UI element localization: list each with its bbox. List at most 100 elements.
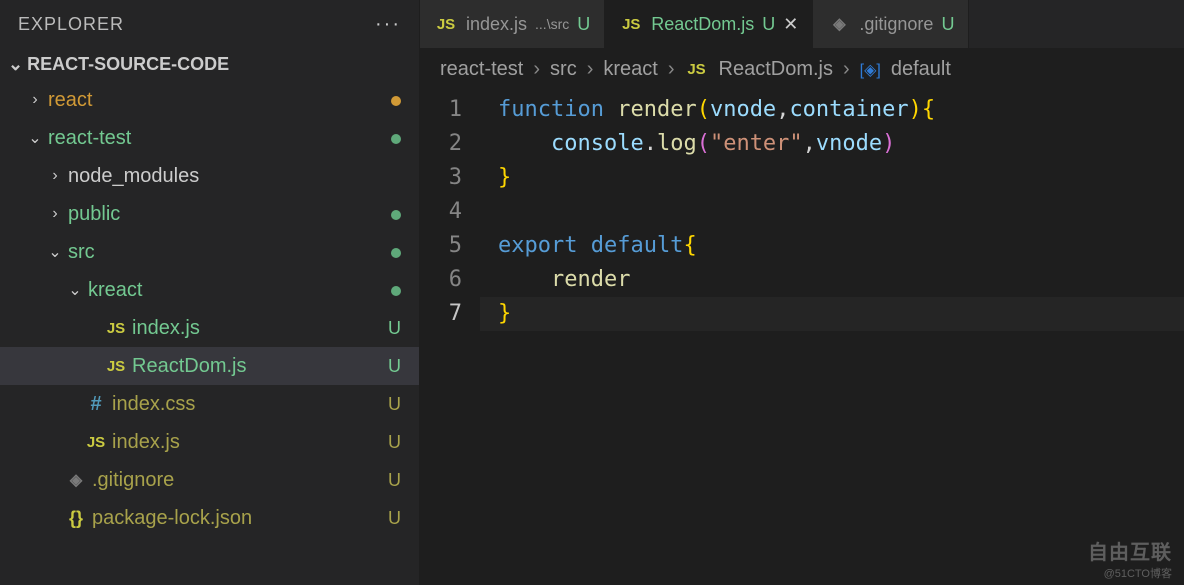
git-status: U xyxy=(941,14,954,35)
css-file-icon: # xyxy=(84,393,108,416)
tree-item[interactable]: ⌄src xyxy=(0,233,419,271)
js-file-icon: JS xyxy=(434,16,458,33)
js-file-icon: JS xyxy=(84,434,108,451)
chevron-right-icon: › xyxy=(668,58,675,81)
tree-item[interactable]: ⌄react-test xyxy=(0,119,419,157)
git-status: U xyxy=(381,394,401,415)
workspace-title: REACT-SOURCE-CODE xyxy=(27,54,229,75)
code-line[interactable]: export default{ xyxy=(480,229,1184,263)
code-line[interactable]: console.log("enter",vnode) xyxy=(480,127,1184,161)
line-number: 7 xyxy=(420,297,480,331)
editor-area: JS index.js ...\src U JS ReactDom.js U ✕ ◈ .gitig… xyxy=(420,0,1184,585)
js-file-icon: JS xyxy=(104,358,128,375)
tree-item-label: node_modules xyxy=(68,165,381,188)
gitignore-icon: ◈ xyxy=(827,14,851,34)
tree-item[interactable]: ›react xyxy=(0,81,419,119)
symbol-icon: [◈] xyxy=(860,60,881,80)
breadcrumb[interactable]: react-test › src › kreact › JS ReactDom.js › [◈] d… xyxy=(420,48,1184,91)
editor-tab[interactable]: JS index.js ...\src U xyxy=(420,0,605,48)
git-status: U xyxy=(381,432,401,453)
chevron-right-icon: › xyxy=(533,58,540,81)
js-file-icon: JS xyxy=(104,320,128,337)
json-file-icon: {} xyxy=(64,508,88,529)
tree-item-label: index.js xyxy=(132,317,381,340)
chevron-right-icon: › xyxy=(46,205,64,223)
git-status xyxy=(381,90,401,111)
chevron-down-icon: ⌄ xyxy=(46,242,64,262)
code-line[interactable]: render xyxy=(480,263,1184,297)
chevron-down-icon: ⌄ xyxy=(26,128,44,148)
chevron-down-icon: ⌄ xyxy=(66,280,84,300)
code-line[interactable]: function render(vnode,container){ xyxy=(480,93,1184,127)
tree-item[interactable]: JSindex.jsU xyxy=(0,423,419,461)
git-status: U xyxy=(381,508,401,529)
code-lines[interactable]: function render(vnode,container){ consol… xyxy=(480,91,1184,585)
git-status: U xyxy=(577,14,590,35)
line-number: 4 xyxy=(420,195,480,229)
tree-item-label: kreact xyxy=(88,279,381,302)
chevron-down-icon: ⌄ xyxy=(8,54,23,75)
chevron-right-icon: › xyxy=(843,58,850,81)
sidebar: EXPLORER ··· ⌄ REACT-SOURCE-CODE ›react⌄… xyxy=(0,0,420,585)
git-status xyxy=(381,242,401,263)
tree-item[interactable]: ⌄kreact xyxy=(0,271,419,309)
tree-item[interactable]: {}package-lock.jsonU xyxy=(0,499,419,537)
chevron-right-icon: › xyxy=(587,58,594,81)
code-line[interactable]: } xyxy=(480,161,1184,195)
line-number: 1 xyxy=(420,93,480,127)
git-status: U xyxy=(762,14,775,35)
git-status xyxy=(381,204,401,225)
tree-item[interactable]: ›node_modules xyxy=(0,157,419,195)
breadcrumb-symbol[interactable]: default xyxy=(891,58,951,81)
git-status xyxy=(381,128,401,149)
chevron-right-icon: › xyxy=(26,91,44,109)
tree-item[interactable]: #index.cssU xyxy=(0,385,419,423)
breadcrumb-segment[interactable]: src xyxy=(550,58,577,81)
tab-label: index.js xyxy=(466,14,527,35)
line-gutter: 1234567 xyxy=(420,91,480,585)
js-file-icon: JS xyxy=(619,16,643,33)
tree-item-label: package-lock.json xyxy=(92,507,381,530)
workspace-header[interactable]: ⌄ REACT-SOURCE-CODE xyxy=(0,48,419,81)
explorer-title: EXPLORER xyxy=(18,14,124,35)
tab-dir: ...\src xyxy=(535,16,569,32)
tree-item-label: index.js xyxy=(112,431,381,454)
line-number: 2 xyxy=(420,127,480,161)
explorer-header: EXPLORER ··· xyxy=(0,0,419,48)
code-line[interactable] xyxy=(480,195,1184,229)
close-icon[interactable]: ✕ xyxy=(783,14,798,35)
tree-item-label: react-test xyxy=(48,127,381,150)
gitignore-icon: ◈ xyxy=(64,470,88,490)
editor-tab[interactable]: JS ReactDom.js U ✕ xyxy=(605,0,813,48)
code-line[interactable]: } xyxy=(480,297,1184,331)
tree-item-label: src xyxy=(68,241,381,264)
git-status: U xyxy=(381,470,401,491)
file-tree: ›react⌄react-test›node_modules›public⌄sr… xyxy=(0,81,419,585)
tab-label: ReactDom.js xyxy=(651,14,754,35)
tree-item[interactable]: ›public xyxy=(0,195,419,233)
git-status: U xyxy=(381,318,401,339)
chevron-right-icon: › xyxy=(46,167,64,185)
js-file-icon: JS xyxy=(685,61,709,78)
git-status xyxy=(381,280,401,301)
line-number: 5 xyxy=(420,229,480,263)
tabs-bar: JS index.js ...\src U JS ReactDom.js U ✕ ◈ .gitig… xyxy=(420,0,1184,48)
code-editor[interactable]: 1234567 function render(vnode,container)… xyxy=(420,91,1184,585)
tree-item[interactable]: JSindex.jsU xyxy=(0,309,419,347)
breadcrumb-file[interactable]: ReactDom.js xyxy=(719,58,833,81)
git-status: U xyxy=(381,356,401,377)
more-actions-icon[interactable]: ··· xyxy=(375,13,401,36)
tree-item-label: ReactDom.js xyxy=(132,355,381,378)
tab-label: .gitignore xyxy=(859,14,933,35)
tree-item-label: .gitignore xyxy=(92,469,381,492)
tree-item-label: index.css xyxy=(112,393,381,416)
breadcrumb-segment[interactable]: kreact xyxy=(603,58,657,81)
tree-item[interactable]: JSReactDom.jsU xyxy=(0,347,419,385)
tree-item-label: public xyxy=(68,203,381,226)
line-number: 3 xyxy=(420,161,480,195)
tree-item-label: react xyxy=(48,89,381,112)
editor-tab[interactable]: ◈ .gitignore U xyxy=(813,0,969,48)
line-number: 6 xyxy=(420,263,480,297)
tree-item[interactable]: ◈.gitignoreU xyxy=(0,461,419,499)
breadcrumb-segment[interactable]: react-test xyxy=(440,58,523,81)
